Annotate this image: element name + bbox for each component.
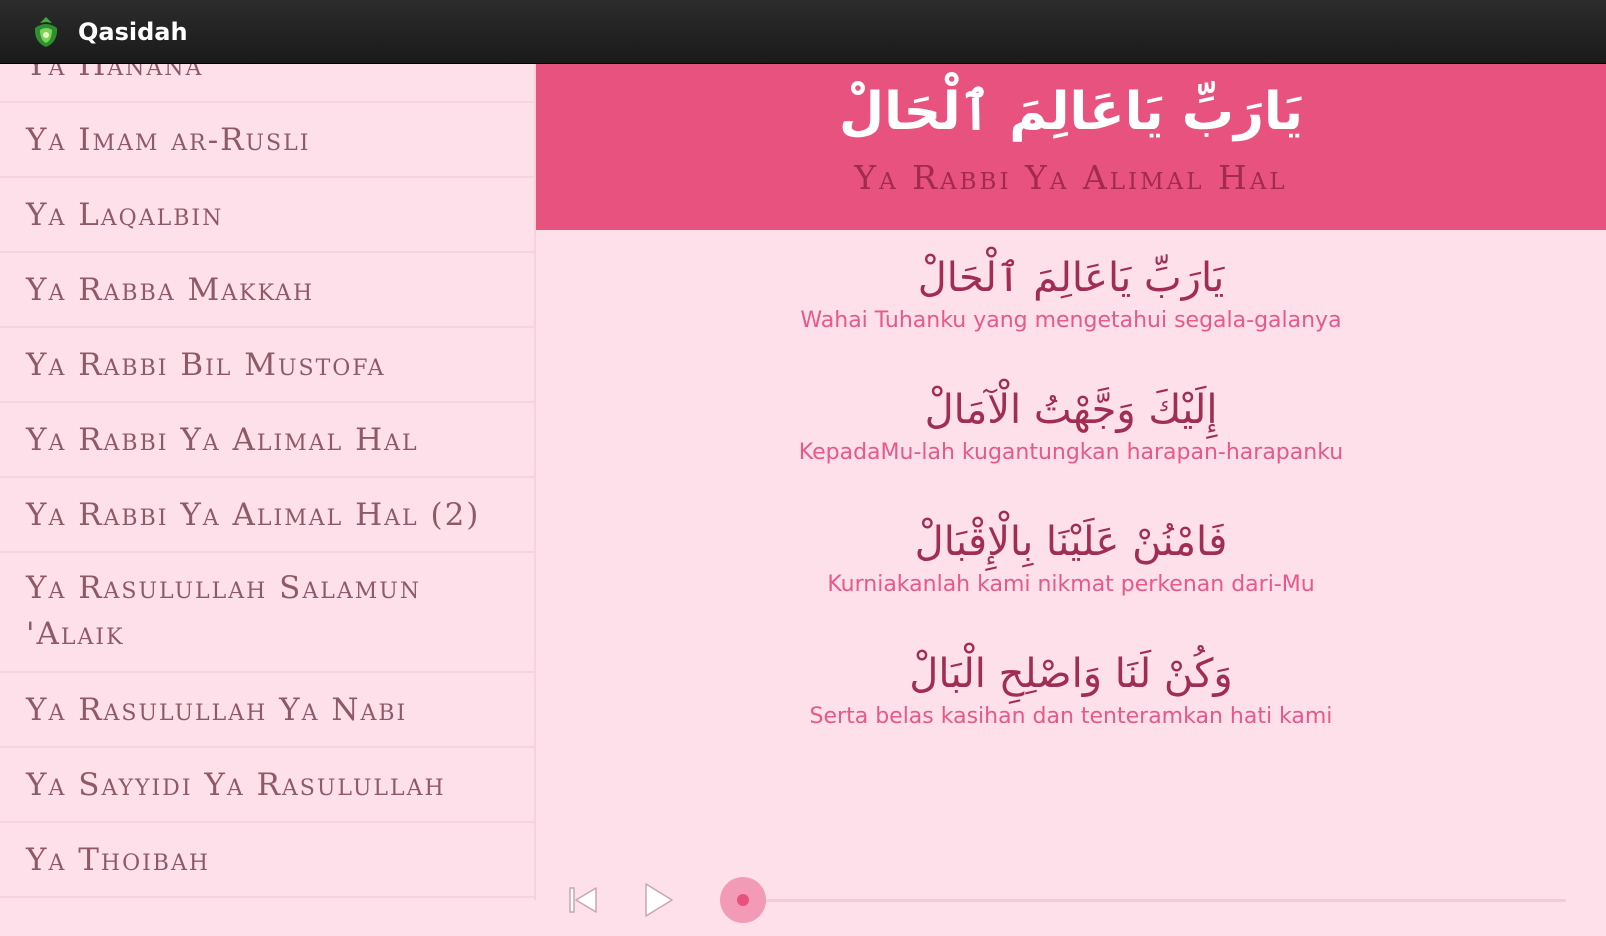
sidebar-item-label: Ya Rabba Makkah bbox=[26, 271, 315, 308]
sidebar-item-label: Ya Rabbi Ya Alimal Hal bbox=[26, 421, 419, 458]
verse-arabic: يَارَبِّ يَاعَالِمَ ٱلْحَالْ bbox=[917, 255, 1225, 301]
sidebar-item-ya-rasulullah-ya-nabi[interactable]: Ya Rasulullah Ya Nabi bbox=[0, 673, 534, 748]
sidebar-item-ya-imam-ar-rusli[interactable]: Ya Imam ar-Rusli bbox=[0, 103, 534, 178]
lyrics-panel: يَارَبِّ يَاعَالِمَ ٱلْحَالْ Ya Rabbi Ya… bbox=[536, 64, 1606, 923]
sidebar-item-label: Ya Rabbi Ya Alimal Hal (2) bbox=[26, 496, 481, 533]
verse-arabic: إِلَيْكَ وَجَّهْتُ الْآمَالْ bbox=[924, 387, 1218, 433]
song-list: Ya Hanana Ya Imam ar-Rusli Ya Laqalbin Y… bbox=[0, 64, 534, 898]
verse: إِلَيْكَ وَجَّهْتُ الْآمَالْ KepadaMu-la… bbox=[536, 382, 1606, 468]
audio-player bbox=[536, 864, 1606, 936]
sidebar-item-ya-rabbi-ya-alimal-hal[interactable]: Ya Rabbi Ya Alimal Hal bbox=[0, 403, 534, 478]
sidebar-item-ya-hanana[interactable]: Ya Hanana bbox=[0, 64, 534, 103]
sidebar-item-ya-rabbi-ya-alimal-hal-2[interactable]: Ya Rabbi Ya Alimal Hal (2) bbox=[0, 478, 534, 553]
app-logo-icon[interactable] bbox=[28, 14, 64, 50]
seek-bar[interactable] bbox=[726, 899, 1566, 902]
sidebar-item-label: Ya Laqalbin bbox=[26, 196, 224, 233]
sidebar-item-label: Ya Hanana bbox=[26, 64, 204, 83]
skip-previous-icon[interactable] bbox=[566, 882, 602, 918]
verse-translation: KepadaMu-lah kugantungkan harapan-harapa… bbox=[798, 440, 1344, 465]
sidebar-item-label: Ya Rabbi Bil Mustofa bbox=[26, 346, 386, 383]
sidebar-item-ya-rabbi-bil-mustofa[interactable]: Ya Rabbi Bil Mustofa bbox=[0, 328, 534, 403]
sidebar-item-label: Ya Rasulullah Ya Nabi bbox=[26, 691, 408, 728]
sidebar-item-ya-rasulullah-salamun-alaik[interactable]: Ya Rasulullah Salamun 'Alaik bbox=[0, 553, 534, 673]
sidebar-item-ya-thoibah[interactable]: Ya Thoibah bbox=[0, 823, 534, 898]
seek-thumb[interactable] bbox=[719, 877, 766, 923]
verse: يَارَبِّ يَاعَالِمَ ٱلْحَالْ Wahai Tuhan… bbox=[536, 250, 1606, 336]
sidebar-item-ya-rabba-makkah[interactable]: Ya Rabba Makkah bbox=[0, 253, 534, 328]
verse-translation: Kurniakanlah kami nikmat perkenan dari-M… bbox=[827, 572, 1315, 597]
sidebar-item-ya-sayyidi-ya-rasulullah[interactable]: Ya Sayyidi Ya Rasulullah bbox=[0, 748, 534, 823]
song-title-arabic: يَارَبِّ يَاعَالِمَ ٱلْحَالْ bbox=[839, 82, 1303, 142]
sidebar-item-label: Ya Thoibah bbox=[26, 841, 211, 878]
play-icon[interactable] bbox=[640, 880, 676, 920]
song-header: يَارَبِّ يَاعَالِمَ ٱلْحَالْ Ya Rabbi Ya… bbox=[536, 64, 1606, 230]
verses-scroll[interactable]: يَارَبِّ يَاعَالِمَ ٱلْحَالْ Wahai Tuhan… bbox=[536, 230, 1606, 870]
verse: فَامْنُنْ عَلَيْنَا بِالْإِقْبَالْ Kurni… bbox=[536, 514, 1606, 600]
sidebar-item-label: Ya Imam ar-Rusli bbox=[26, 121, 311, 158]
sidebar-item-label: Ya Sayyidi Ya Rasulullah bbox=[26, 766, 446, 803]
verse: وَكُنْ لَنَا وَاصْلِحِ الْبَالْ Serta be… bbox=[536, 646, 1606, 732]
app-title: Qasidah bbox=[78, 17, 188, 46]
verse-translation: Wahai Tuhanku yang mengetahui segala-gal… bbox=[800, 308, 1342, 333]
sidebar[interactable]: Ya Hanana Ya Imam ar-Rusli Ya Laqalbin Y… bbox=[0, 64, 536, 900]
action-bar: Qasidah bbox=[0, 0, 1606, 64]
sidebar-item-label: Ya Rasulullah Salamun 'Alaik bbox=[26, 570, 422, 652]
verse-translation: Serta belas kasihan dan tenteramkan hati… bbox=[809, 704, 1333, 729]
song-title: Ya Rabbi Ya Alimal Hal bbox=[854, 158, 1288, 197]
verse-arabic: فَامْنُنْ عَلَيْنَا بِالْإِقْبَالْ bbox=[914, 519, 1228, 565]
verse-arabic: وَكُنْ لَنَا وَاصْلِحِ الْبَالْ bbox=[909, 651, 1233, 697]
sidebar-item-ya-laqalbin[interactable]: Ya Laqalbin bbox=[0, 178, 534, 253]
